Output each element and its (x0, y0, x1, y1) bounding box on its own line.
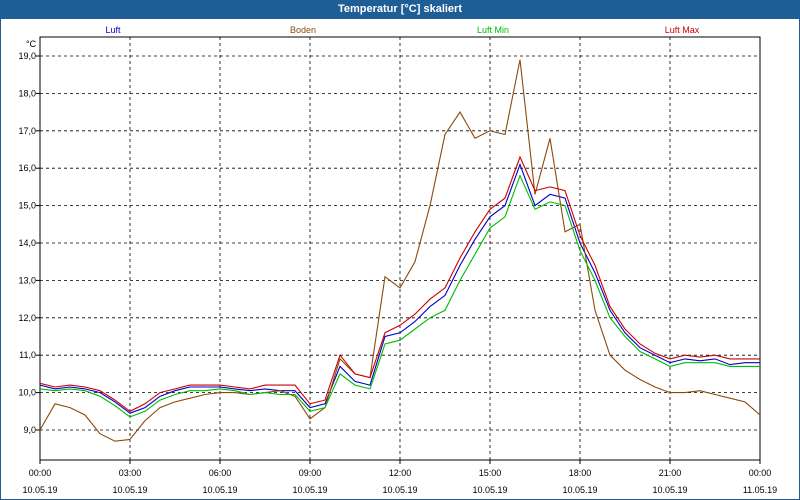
x-tick-time: 09:00 (299, 468, 322, 478)
x-tick-date: 10.05.19 (562, 485, 597, 495)
y-tick-label: 14,0 (18, 238, 36, 248)
x-tick-time: 03:00 (119, 468, 142, 478)
y-axis-labels: 9,0 10,0 11,0 12,0 13,0 14,0 15,0 16,0 17,0 18,0 1… (18, 51, 36, 435)
legend-luft-max: Luft Max (665, 25, 700, 35)
y-tick-label: 16,0 (18, 163, 36, 173)
y-tick-label: 9,0 (23, 425, 36, 435)
x-tick-time: 06:00 (209, 468, 232, 478)
legend-boden: Boden (290, 25, 316, 35)
x-tick-time: 18:00 (569, 468, 592, 478)
axes (36, 36, 761, 464)
grid (40, 37, 760, 460)
x-tick-date: 10.05.19 (472, 485, 507, 495)
x-tick-date: 10.05.19 (292, 485, 327, 495)
x-tick-date: 10.05.19 (652, 485, 687, 495)
x-tick-time: 00:00 (749, 468, 772, 478)
y-tick-label: 18,0 (18, 88, 36, 98)
y-tick-label: 19,0 (18, 51, 36, 61)
legend-luft-min: Luft Min (477, 25, 509, 35)
y-tick-label: 10,0 (18, 388, 36, 398)
x-tick-date: 10.05.19 (112, 485, 147, 495)
x-axis-labels: 00:00 10.05.19 03:00 10.05.19 06:00 10.05.19 0… (22, 468, 777, 495)
x-tick-date: 10.05.19 (22, 485, 57, 495)
y-tick-label: 15,0 (18, 201, 36, 211)
y-axis-unit: °C (26, 39, 37, 49)
y-tick-label: 13,0 (18, 275, 36, 285)
legend-luft: Luft (105, 25, 121, 35)
y-tick-label: 11,0 (19, 350, 36, 360)
x-tick-date: 11.05.19 (743, 485, 777, 495)
x-tick-date: 10.05.19 (202, 485, 237, 495)
x-tick-date: 10.05.19 (382, 485, 417, 495)
x-tick-time: 00:00 (29, 468, 52, 478)
x-tick-time: 15:00 (479, 468, 502, 478)
x-tick-time: 12:00 (389, 468, 412, 478)
y-tick-label: 12,0 (18, 313, 36, 323)
legend: Luft Boden Luft Min Luft Max (105, 25, 699, 35)
temperature-chart: 9,0 10,0 11,0 12,0 13,0 14,0 15,0 16,0 17,0 18,0 1… (18, 25, 777, 495)
x-tick-time: 21:00 (659, 468, 682, 478)
y-tick-label: 17,0 (18, 126, 36, 136)
